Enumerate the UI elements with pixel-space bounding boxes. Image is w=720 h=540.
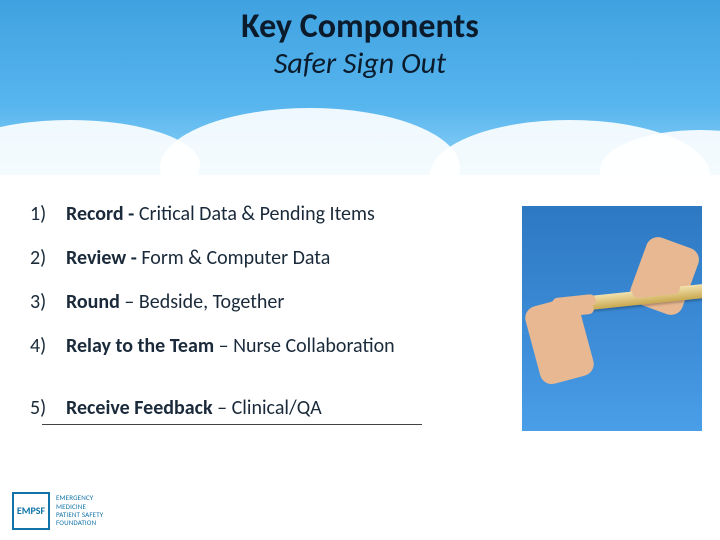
item-bold: Relay to the Team (66, 334, 214, 358)
slide-title: Key Components (0, 8, 720, 45)
item-bold: Record - (66, 202, 139, 226)
list-item: 2) Review - Form & Computer Data (30, 246, 470, 270)
item-bold: Round (66, 290, 120, 314)
item-rest: Critical Data & Pending Items (139, 202, 375, 226)
item-rest: Form & Computer Data (141, 246, 330, 270)
item-text: Record - Critical Data & Pending Items (66, 202, 375, 226)
item-number: 3) (30, 290, 66, 314)
item-rest: – Bedside, Together (120, 290, 284, 314)
item-text: Receive Feedback – Clinical/QA (66, 396, 322, 420)
logo-mark: EMPSF (12, 492, 50, 530)
logo-text: EMERGENCY MEDICINE PATIENT SAFETY FOUNDA… (56, 494, 103, 528)
slide-subtitle: Safer Sign Out (0, 47, 720, 80)
cloud-icon (160, 108, 460, 175)
item-text: Review - Form & Computer Data (66, 246, 330, 270)
divider-line (42, 424, 422, 425)
item-text: Relay to the Team – Nurse Collaboration (66, 334, 395, 358)
item-number: 4) (30, 334, 66, 358)
item-number: 5) (30, 396, 66, 420)
list-item: 5) Receive Feedback – Clinical/QA (30, 396, 470, 420)
list-item: 3) Round – Bedside, Together (30, 290, 470, 314)
item-bold: Review - (66, 246, 141, 270)
item-bold: Receive Feedback (66, 396, 213, 420)
item-rest: – Clinical/QA (213, 396, 322, 420)
list-item: 1) Record - Critical Data & Pending Item… (30, 202, 470, 226)
item-rest: – Nurse Collaboration (214, 334, 395, 358)
logo-line: FOUNDATION (56, 519, 103, 527)
empsf-logo: EMPSF EMERGENCY MEDICINE PATIENT SAFETY … (12, 492, 103, 530)
item-text: Round – Bedside, Together (66, 290, 284, 314)
slide: Key Components Safer Sign Out 1) Record … (0, 0, 720, 540)
list-item: 4) Relay to the Team – Nurse Collaborati… (30, 334, 470, 358)
item-number: 2) (30, 246, 66, 270)
baton-handoff-image (522, 206, 702, 431)
bullet-list: 1) Record - Critical Data & Pending Item… (30, 202, 470, 440)
title-block: Key Components Safer Sign Out (0, 8, 720, 80)
item-number: 1) (30, 202, 66, 226)
